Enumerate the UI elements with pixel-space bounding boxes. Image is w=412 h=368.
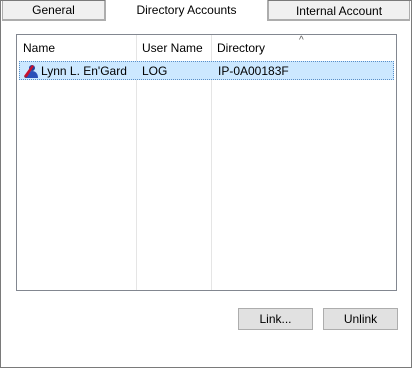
column-header-name[interactable]: Name xyxy=(17,35,136,59)
list-header: Name User Name Directory ^ xyxy=(17,35,396,59)
sort-ascending-icon: ^ xyxy=(299,35,304,46)
list-item[interactable]: Lynn L. En'Gard LOG IP-0A00183F xyxy=(19,61,394,80)
row-name: Lynn L. En'Gard xyxy=(41,64,127,78)
tab-general-label: General xyxy=(32,3,75,17)
tab-internal-account-label: Internal Account xyxy=(295,4,383,18)
tab-general[interactable]: General xyxy=(2,1,105,20)
link-button[interactable]: Link... xyxy=(238,308,313,330)
tab-directory-accounts-label: Directory Accounts xyxy=(136,3,237,17)
row-user-name: LOG xyxy=(142,64,168,78)
dialog-frame: General Directory Accounts Internal Acco… xyxy=(0,0,412,368)
unlink-button-label: Unlink xyxy=(343,312,378,326)
unlink-button[interactable]: Unlink xyxy=(323,308,398,330)
column-header-directory-label: Directory xyxy=(217,41,266,55)
accounts-list[interactable]: Name User Name Directory ^ Lynn L. En'Ga… xyxy=(16,34,397,291)
column-header-directory[interactable]: Directory xyxy=(211,35,396,59)
column-header-user-name-label: User Name xyxy=(142,41,203,55)
user-account-icon xyxy=(24,65,38,78)
row-directory: IP-0A00183F xyxy=(218,64,289,78)
column-header-user-name[interactable]: User Name xyxy=(136,35,211,59)
link-button-label: Link... xyxy=(259,312,292,326)
column-header-name-label: Name xyxy=(23,41,56,55)
tab-internal-account[interactable]: Internal Account xyxy=(268,1,410,20)
tab-directory-accounts[interactable]: Directory Accounts xyxy=(105,0,268,21)
